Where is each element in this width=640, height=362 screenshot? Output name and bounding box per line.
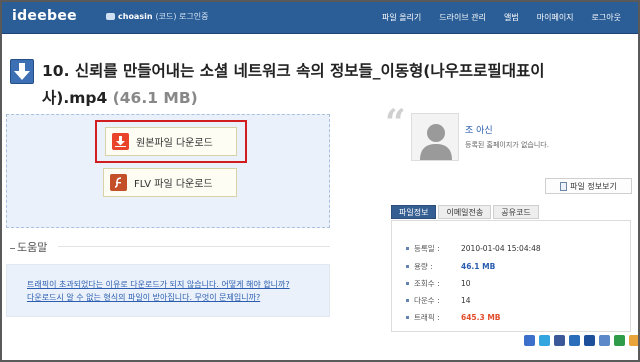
stat-label: 용량 : xyxy=(414,262,433,271)
help-heading-text: 도움말 xyxy=(17,241,48,254)
tab-file-info[interactable]: 파일정보 xyxy=(391,205,437,219)
stat-views: 조회수 : 10 xyxy=(406,278,471,289)
myspace-icon[interactable] xyxy=(584,335,595,346)
help-link-unknown-format[interactable]: 다운로드시 알 수 없는 형식의 파일이 받아집니다. 무엇이 문제입니까? xyxy=(27,292,260,303)
file-size: (46.1 MB) xyxy=(112,89,198,107)
stat-label: 조회수 : xyxy=(414,279,440,288)
help-link-traffic[interactable]: 트래픽이 초과되었다는 이유로 다운로드가 되지 않습니다. 어떻게 해야 합니… xyxy=(27,279,290,290)
site-logo[interactable]: ideebee xyxy=(12,8,77,24)
stat-value: 2010-01-04 15:04:48 xyxy=(461,244,541,253)
info-tabs: 파일정보 이메일전송 공유코드 xyxy=(391,205,539,219)
nav-mypage[interactable]: 마이페이지 xyxy=(528,12,583,23)
stat-value: 10 xyxy=(461,279,471,288)
twitter-icon[interactable] xyxy=(539,335,550,346)
stat-value: 645.3 MB xyxy=(461,313,501,322)
nav-upload[interactable]: 파일 올리기 xyxy=(373,12,430,23)
bullet xyxy=(406,247,409,250)
delicious-icon[interactable] xyxy=(524,335,535,346)
help-heading: 도움말 xyxy=(10,239,47,255)
me2day-icon[interactable] xyxy=(629,335,638,346)
blog-icon[interactable] xyxy=(614,335,625,346)
nav-logout[interactable]: 로그아웃 xyxy=(583,12,630,23)
page-frame: ideebee choasin (코드) 로그인중 파일 올리기 드라이브 관리… xyxy=(0,0,640,362)
daum-icon[interactable] xyxy=(599,335,610,346)
stat-label: 트래픽 : xyxy=(414,313,440,322)
help-dash xyxy=(10,247,15,249)
chat-icon xyxy=(106,13,115,20)
user-status: choasin (코드) 로그인중 xyxy=(106,11,208,22)
top-navigation-bar: ideebee choasin (코드) 로그인중 파일 올리기 드라이브 관리… xyxy=(2,2,638,34)
stat-size: 용량 : 46.1 MB xyxy=(406,261,495,272)
stat-label: 등록일 : xyxy=(414,244,440,253)
flv-download-button[interactable]: FLV 파일 다운로드 xyxy=(103,168,237,197)
main-nav: 파일 올리기 드라이브 관리 앨범 마이페이지 로그아웃 xyxy=(373,12,630,23)
user-name[interactable]: choasin xyxy=(118,12,153,21)
stat-value: 14 xyxy=(461,296,471,305)
stat-traffic: 트래픽 : 645.3 MB xyxy=(406,312,501,323)
bullet xyxy=(406,316,409,319)
original-download-label: 원본파일 다운로드 xyxy=(136,138,213,149)
document-icon xyxy=(560,181,568,191)
tab-email-send[interactable]: 이메일전송 xyxy=(438,205,492,219)
facebook-icon[interactable] xyxy=(554,335,565,346)
nav-drive[interactable]: 드라이브 관리 xyxy=(430,12,495,23)
file-stats-panel: 등록일 : 2010-01-04 15:04:48 용량 : 46.1 MB 조… xyxy=(391,220,631,332)
stat-value: 46.1 MB xyxy=(461,262,496,271)
download-arrow-icon xyxy=(10,59,34,84)
file-info-button[interactable]: 파일 정보보기 xyxy=(545,178,632,194)
download-panel: 원본파일 다운로드 FLV 파일 다운로드 xyxy=(6,114,330,228)
file-title: 10. 신뢰를 만들어내는 소셜 네트워크 속의 정보들_이동형(나우프로필대표… xyxy=(42,58,602,112)
linkedin-icon[interactable] xyxy=(569,335,580,346)
help-box: 트래픽이 초과되었다는 이유로 다운로드가 되지 않습니다. 어떻게 해야 합니… xyxy=(6,264,330,317)
flash-icon xyxy=(110,174,127,191)
bullet xyxy=(406,282,409,285)
quote-mark-icon: “ xyxy=(385,102,406,144)
stat-downloads: 다운수 : 14 xyxy=(406,295,471,306)
bullet xyxy=(406,265,409,268)
flv-download-label: FLV 파일 다운로드 xyxy=(134,179,213,190)
share-icons xyxy=(524,335,638,346)
stat-registered: 등록일 : 2010-01-04 15:04:48 xyxy=(406,243,541,254)
bullet xyxy=(406,299,409,302)
user-login-status: (코드) 로그인중 xyxy=(155,12,209,21)
help-divider xyxy=(58,246,330,247)
file-info-label: 파일 정보보기 xyxy=(570,181,617,191)
tab-share-code[interactable]: 공유코드 xyxy=(493,205,539,219)
uploader-name[interactable]: 조 아신 xyxy=(465,123,493,136)
nav-album[interactable]: 앨범 xyxy=(495,12,528,23)
uploader-message: 등록된 홈페이지가 없습니다. xyxy=(465,141,549,149)
download-icon xyxy=(112,133,129,150)
stat-label: 다운수 : xyxy=(414,296,440,305)
original-download-button[interactable]: 원본파일 다운로드 xyxy=(105,127,237,156)
avatar xyxy=(411,113,459,161)
